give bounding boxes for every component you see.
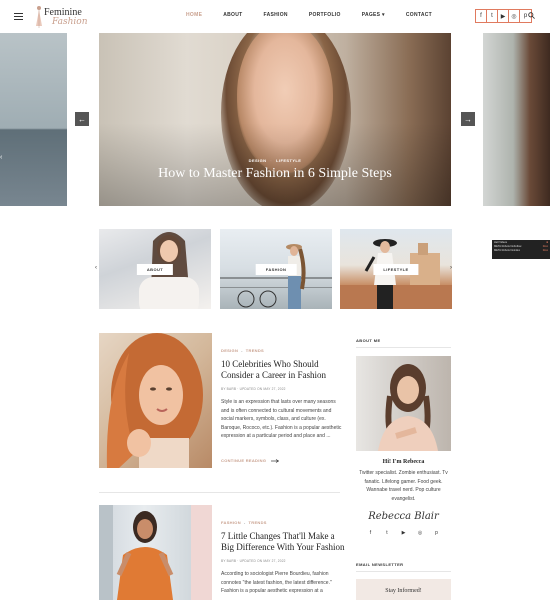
post-category[interactable]: DESIGN	[221, 348, 238, 353]
hero-category-lifestyle[interactable]: LIFESTYLE	[276, 158, 301, 163]
hero-title[interactable]: How to Master Fashion in 6 Simple Steps	[99, 166, 451, 182]
logo-text-script: Fashion	[52, 17, 88, 27]
seo-toolbar-widget[interactable]: Hell Videos ■ META Robots NoFollow Row MET…	[492, 240, 550, 259]
pinterest-icon[interactable]: p	[432, 530, 441, 536]
sidebar-newsletter-heading: EMAIL NEWSLETTER	[356, 562, 404, 567]
post-image-portrait	[106, 333, 203, 468]
sidebar-heading-divider	[356, 571, 451, 572]
chevron-down-icon: ▾	[382, 12, 385, 18]
site-logo[interactable]: Feminine Fashion	[34, 4, 96, 30]
arrow-left-icon: ←	[78, 114, 86, 124]
category-label-lifestyle: LIFESTYLE	[373, 264, 419, 275]
youtube-icon[interactable]: ▶	[498, 10, 509, 22]
nav-fashion[interactable]: FASHION	[263, 12, 287, 22]
post-categories: DESIGN - TRENDS	[221, 348, 265, 353]
post-excerpt: Style is an expression that lasts over m…	[221, 399, 342, 440]
widget-row-name: META Robots Noindex	[494, 249, 521, 252]
hero-slide[interactable]: DESIGN · LIFESTYLE How to Master Fashion i…	[99, 33, 451, 206]
facebook-icon[interactable]: f	[366, 530, 375, 536]
category-next-arrow[interactable]: ›	[450, 265, 452, 271]
youtube-icon[interactable]: ▶	[399, 530, 408, 536]
continue-reading-label: CONTINUE READING	[221, 458, 267, 463]
newsletter-title: Stay Informed!	[385, 588, 422, 594]
nav-portfolio[interactable]: PORTFOLIO	[309, 12, 341, 22]
post-image[interactable]	[99, 333, 212, 468]
post-image[interactable]	[99, 505, 212, 600]
category-card-about[interactable]: ABOUT	[99, 229, 211, 309]
category-prev-arrow[interactable]: ‹	[95, 265, 97, 271]
continue-reading-link[interactable]: CONTINUE READING	[221, 458, 279, 463]
slider-next-button[interactable]: →	[461, 112, 475, 126]
category-label-fashion: FASHION	[255, 264, 297, 275]
post-image-portrait	[99, 505, 212, 600]
post-category[interactable]: FASHION	[221, 520, 241, 525]
post-divider	[99, 492, 340, 493]
post-categories: FASHION - TRENDS	[221, 520, 267, 525]
about-me-portrait	[378, 364, 438, 451]
site-header: Feminine Fashion HOME ABOUT FASHION PORT…	[0, 0, 550, 33]
arrow-right-icon: →	[464, 114, 472, 124]
arrow-right-icon	[270, 459, 279, 463]
chevron-left-icon[interactable]: ‹	[0, 154, 2, 161]
logo-figure-icon	[36, 6, 42, 28]
post-byline: BY BARB · UPDATED ON MAY 27, 2022	[221, 387, 286, 391]
twitter-icon[interactable]: t	[487, 10, 498, 22]
hero-overlay	[99, 123, 451, 206]
facebook-icon[interactable]: f	[476, 10, 487, 22]
widget-row: META Robots Noindex Row	[494, 249, 548, 253]
category-card-fashion[interactable]: FASHION	[220, 229, 332, 309]
menu-icon[interactable]	[14, 13, 23, 20]
post-byline: BY BARB · UPDATED ON MAY 27, 2022	[221, 559, 286, 563]
slide-preview-prev[interactable]	[0, 33, 67, 206]
twitter-icon[interactable]: t	[383, 530, 392, 536]
nav-contact[interactable]: CONTACT	[406, 12, 432, 22]
nav-pages[interactable]: PAGES ▾	[362, 12, 385, 22]
post-title[interactable]: 7 Little Changes That'll Make a Big Diff…	[221, 531, 345, 553]
signature: Rebecca Blair	[368, 511, 439, 522]
about-me-bio: Twitter specialist. Zombie enthusiast. T…	[359, 470, 448, 502]
newsletter-box: Stay Informed!	[356, 579, 451, 600]
category-label-about: ABOUT	[136, 264, 174, 275]
about-me-name: Hi! I'm Rebecca	[382, 459, 425, 465]
widget-row-tag: Row	[542, 249, 548, 252]
post-category[interactable]: TRENDS	[246, 348, 264, 353]
slider-prev-button[interactable]: ←	[75, 112, 89, 126]
sidebar-heading-divider	[356, 347, 451, 348]
about-me-photo	[356, 356, 451, 451]
header-social-links: f t ▶ ◎ p	[475, 9, 532, 23]
instagram-icon[interactable]: ◎	[416, 530, 425, 536]
instagram-icon[interactable]: ◎	[509, 10, 520, 22]
sidebar-social-links: f t ▶ ◎ p	[366, 530, 441, 536]
slide-preview-next[interactable]	[483, 33, 550, 206]
nav-about[interactable]: ABOUT	[223, 12, 242, 22]
sidebar-about-heading: ABOUT ME	[356, 338, 381, 343]
category-card-lifestyle[interactable]: LIFESTYLE	[340, 229, 452, 309]
hero-categories: DESIGN · LIFESTYLE	[248, 158, 302, 163]
search-icon[interactable]	[528, 12, 535, 19]
post-title[interactable]: 10 Celebrities Who Should Consider a Car…	[221, 359, 341, 381]
main-nav: HOME ABOUT FASHION PORTFOLIO PAGES ▾ CON…	[186, 12, 453, 22]
post-category[interactable]: TRENDS	[249, 520, 267, 525]
post-excerpt: According to sociologist Pierre Bourdieu…	[221, 571, 332, 595]
nav-home[interactable]: HOME	[186, 12, 202, 22]
nav-pages-label: PAGES	[361, 12, 381, 18]
hero-category-design[interactable]: DESIGN	[249, 158, 267, 163]
